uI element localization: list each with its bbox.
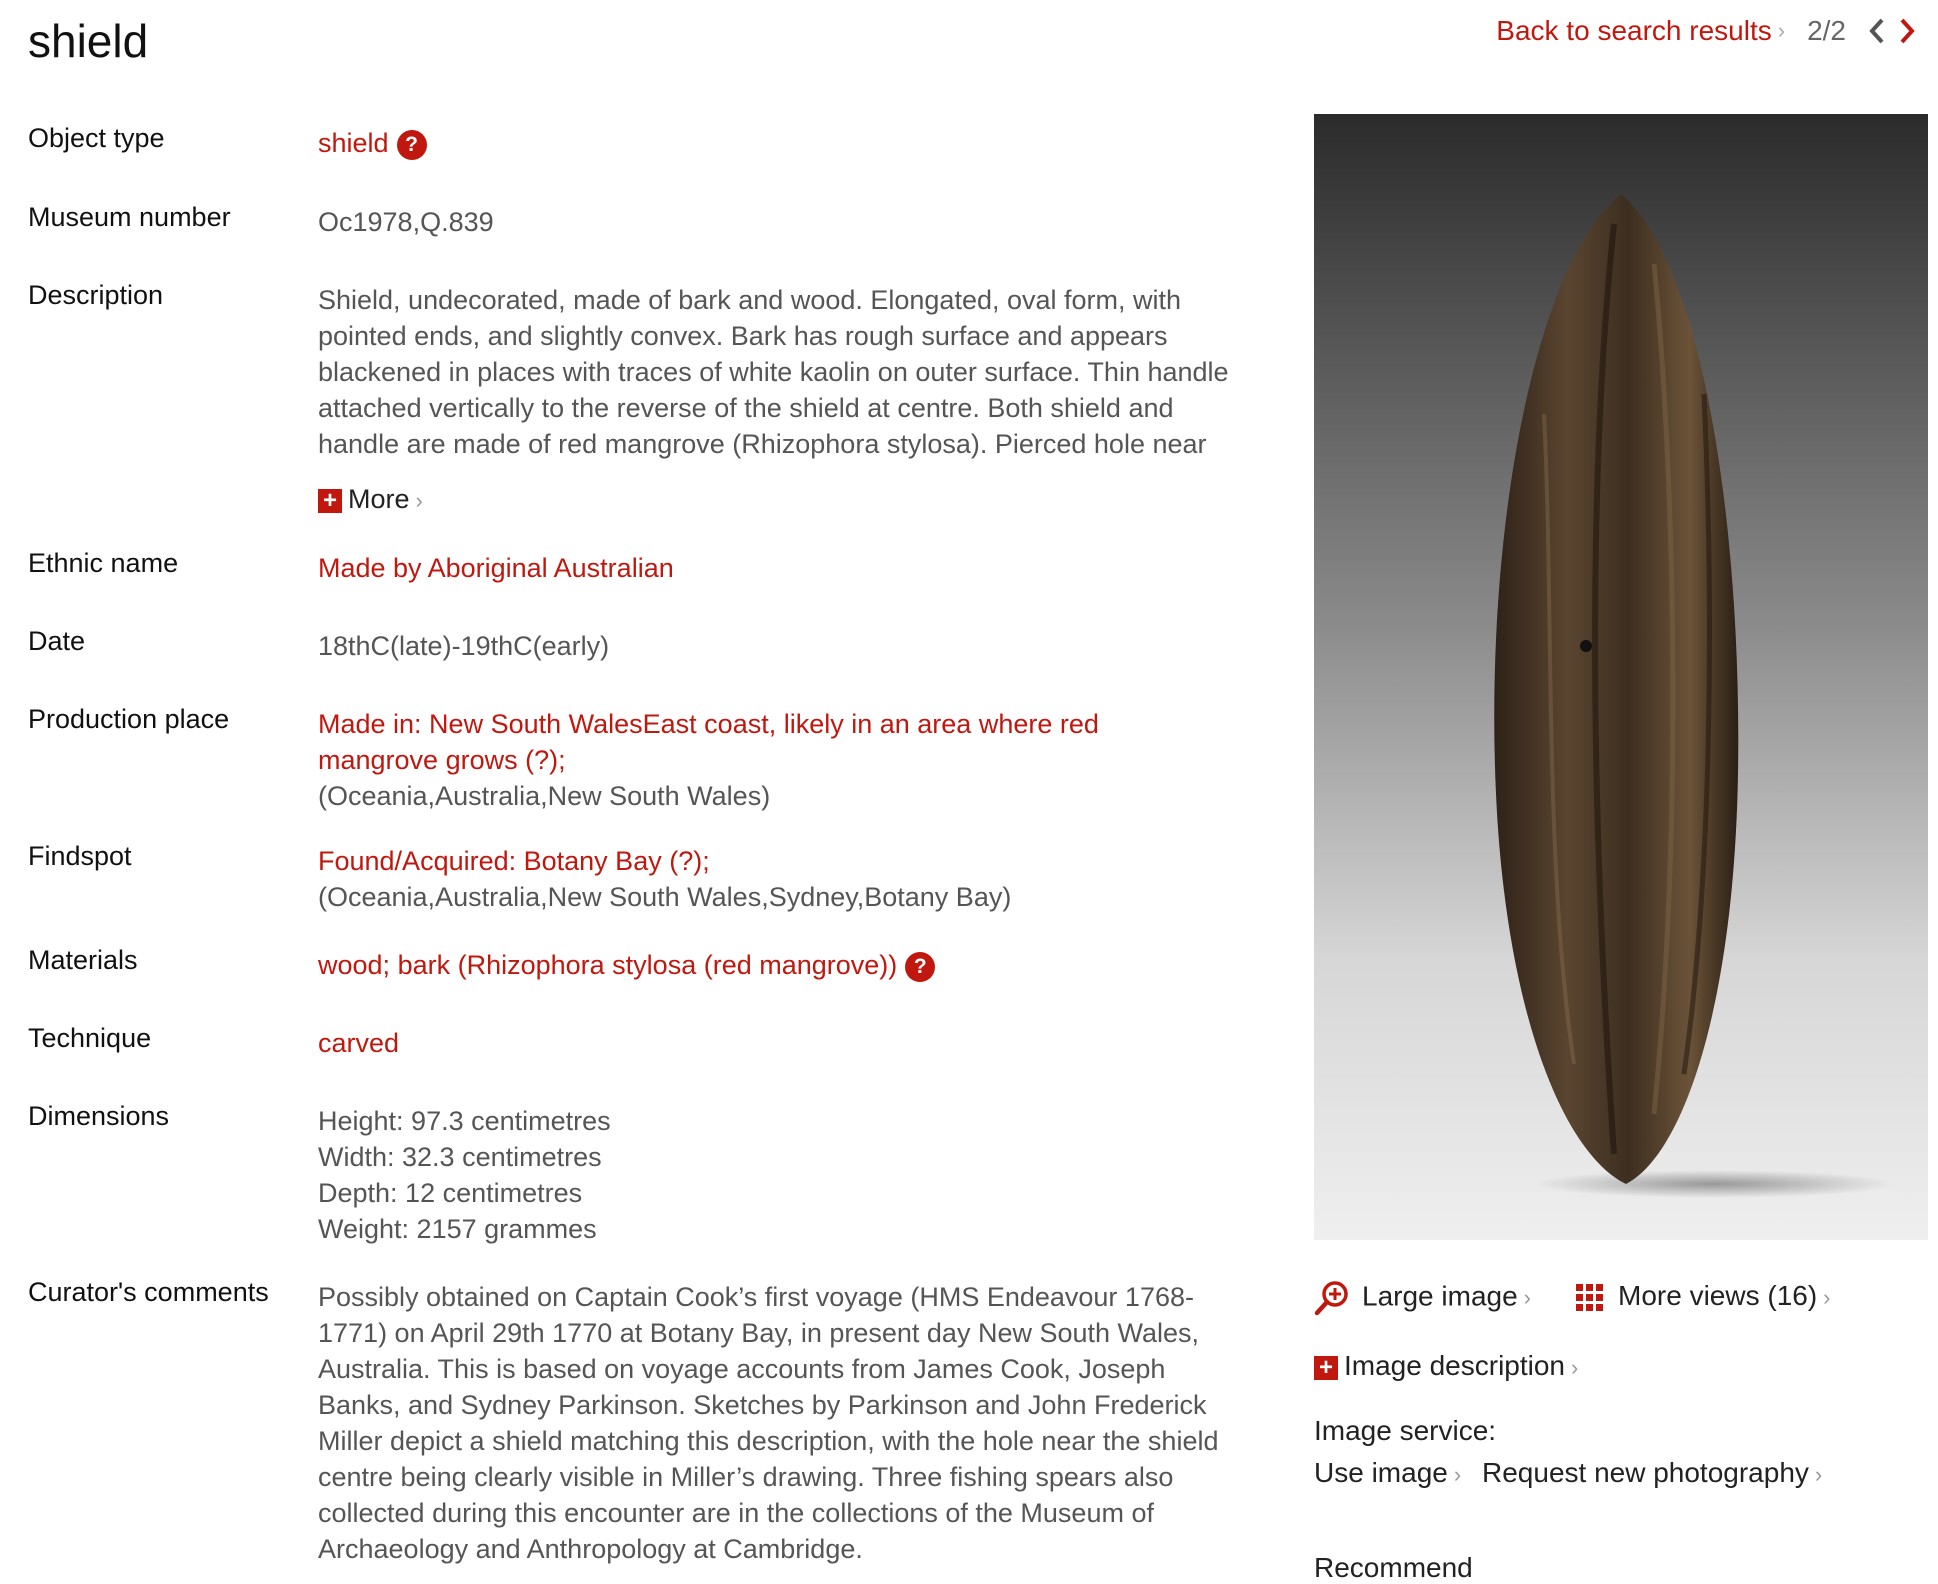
- more-label: More: [348, 484, 410, 514]
- object-type-link[interactable]: shield: [318, 128, 389, 158]
- field-label: Ethnic name: [28, 548, 179, 578]
- dimension-depth: Depth: 12 centimetres: [318, 1178, 583, 1208]
- field-label: Dimensions: [28, 1101, 170, 1131]
- previous-arrow-icon[interactable]: [1862, 14, 1892, 48]
- technique-link[interactable]: carved: [318, 1028, 399, 1058]
- field-value: carved: [318, 1025, 1308, 1061]
- material-bark-link[interactable]: bark (Rhizophora stylosa (red mangrove)): [398, 950, 898, 980]
- field-label: Object type: [28, 123, 165, 153]
- dimension-weight: Weight: 2157 grammes: [318, 1214, 597, 1244]
- plus-icon: +: [318, 488, 342, 513]
- comment-line: Possibly obtained on Captain Cook’s firs…: [318, 1282, 1194, 1312]
- separator: ;: [702, 846, 710, 876]
- findspot-link[interactable]: Found/Acquired: Botany Bay (?): [318, 846, 702, 876]
- next-arrow-icon[interactable]: [1892, 14, 1922, 48]
- dimension-height: Height: 97.3 centimetres: [318, 1106, 611, 1136]
- field-label: Curator's comments: [28, 1277, 269, 1307]
- material-wood-link[interactable]: wood: [318, 950, 383, 980]
- request-photography-link[interactable]: Request new photography ›: [1482, 1457, 1822, 1489]
- grid-icon: [1576, 1283, 1604, 1312]
- chevron-right-icon: ›: [1814, 1462, 1823, 1487]
- help-icon[interactable]: ?: [396, 129, 427, 160]
- chevron-right-icon: ›: [415, 488, 423, 513]
- description-line: pointed ends, and slightly convex. Bark …: [318, 321, 1168, 351]
- use-image-link[interactable]: Use image ›: [1314, 1457, 1461, 1489]
- date-value: 18thC(late)-19thC(early): [318, 631, 610, 661]
- pager-count: 2/2: [1807, 15, 1846, 46]
- comment-line: Banks, and Sydney Parkinson. Sketches by…: [318, 1390, 1207, 1420]
- field-label: Museum number: [28, 202, 231, 232]
- dimensions-list: Height: 97.3 centimetres Width: 32.3 cen…: [318, 1103, 1308, 1247]
- help-icon[interactable]: ?: [905, 951, 936, 982]
- description-line: handle are made of red mangrove (Rhizoph…: [318, 429, 1207, 459]
- plus-icon: +: [1314, 1355, 1338, 1380]
- back-to-search-link[interactable]: Back to search results: [1496, 15, 1771, 47]
- chevron-right-icon: ›: [1523, 1285, 1531, 1311]
- field-label: Technique: [28, 1023, 152, 1053]
- museum-number-value: Oc1978,Q.839: [318, 207, 494, 237]
- field-value: Found/Acquired: Botany Bay (?); (Oceania…: [318, 843, 1308, 915]
- zoom-in-icon: [1314, 1280, 1350, 1316]
- more-button[interactable]: + More ›: [318, 484, 423, 515]
- comment-line: Archaeology and Anthropology at Cambridg…: [318, 1534, 863, 1564]
- production-place-region: (Oceania,Australia,New South Wales): [318, 781, 771, 811]
- comment-line: Miller depict a shield matching this des…: [318, 1426, 1219, 1456]
- field-value: Made in: New South WalesEast coast, like…: [318, 706, 1308, 814]
- field-value: Made by Aboriginal Australian: [318, 550, 1308, 586]
- production-place-link-cont[interactable]: mangrove grows (?): [318, 745, 558, 775]
- field-label: Date: [28, 626, 86, 656]
- large-image-link[interactable]: Large image ›: [1314, 1280, 1531, 1316]
- curators-comments-text: Possibly obtained on Captain Cook’s firs…: [318, 1279, 1308, 1567]
- separator: ;: [558, 745, 566, 775]
- description-line: Shield, undecorated, made of bark and wo…: [318, 285, 1182, 315]
- description-text: Shield, undecorated, made of bark and wo…: [318, 282, 1308, 462]
- production-place-link[interactable]: Made in: New South WalesEast coast, like…: [318, 709, 1099, 739]
- request-photography-label: Request new photography: [1482, 1457, 1809, 1488]
- recommend-heading: Recommend: [1314, 1552, 1473, 1583]
- chevron-right-icon: ›: [1571, 1355, 1579, 1380]
- page-title: shield: [28, 15, 149, 67]
- field-value: shield?: [318, 125, 1308, 161]
- field-label: Findspot: [28, 841, 132, 871]
- field-label: Materials: [28, 945, 138, 975]
- chevron-right-icon: ›: [1777, 18, 1786, 43]
- image-service-label: Image service:: [1314, 1415, 1497, 1446]
- comment-line: collected during this encounter are in t…: [318, 1498, 1154, 1528]
- chevron-right-icon: ›: [1453, 1462, 1462, 1487]
- separator: ;: [382, 950, 391, 980]
- image-description-label: Image description: [1344, 1350, 1566, 1381]
- comment-line: centre being clearly visible in Miller’s…: [318, 1462, 1174, 1492]
- field-label: Production place: [28, 704, 230, 734]
- description-line: blackened in places with traces of white…: [318, 357, 1229, 387]
- field-label: Description: [28, 280, 164, 310]
- findspot-region: (Oceania,Australia,New South Wales,Sydne…: [318, 882, 1012, 912]
- top-navigation: Back to search results › 2/2: [1496, 14, 1922, 48]
- description-line: attached vertically to the reverse of th…: [318, 393, 1174, 423]
- use-image-label: Use image: [1314, 1457, 1448, 1488]
- ethnic-name-link[interactable]: Made by Aboriginal Australian: [318, 553, 674, 583]
- image-description-link[interactable]: + Image description ›: [1314, 1350, 1578, 1382]
- chevron-right-icon: ›: [1823, 1285, 1831, 1310]
- comment-line: 1771) on April 29th 1770 at Botany Bay, …: [318, 1318, 1200, 1348]
- dimension-width: Width: 32.3 centimetres: [318, 1142, 602, 1172]
- field-value: wood; bark (Rhizophora stylosa (red mang…: [318, 947, 1308, 983]
- large-image-label: Large image: [1362, 1280, 1518, 1312]
- more-views-link[interactable]: More views (16) ›: [1576, 1280, 1831, 1312]
- object-photo[interactable]: [1314, 114, 1928, 1240]
- comment-line: Australia. This is based on voyage accou…: [318, 1354, 1166, 1384]
- more-views-label: More views (16): [1618, 1280, 1818, 1311]
